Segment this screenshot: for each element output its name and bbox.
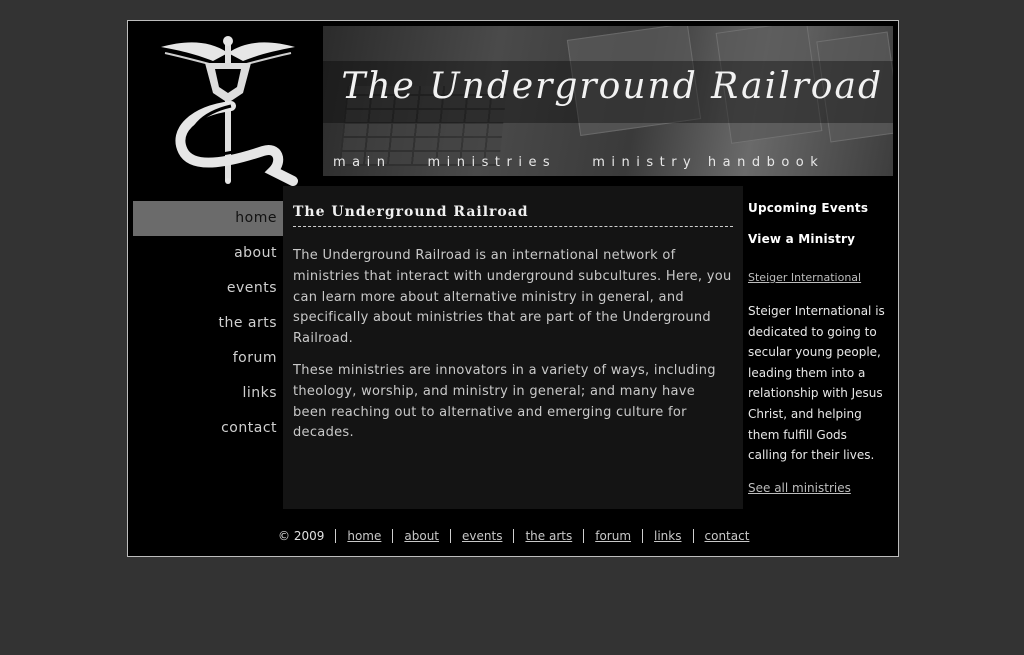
left-nav-links[interactable]: links [133,376,283,411]
intro-paragraph: The Underground Railroad is an internati… [293,248,732,347]
left-nav: home about events the arts forum links c… [133,201,283,446]
page-inner: The Underground Railroad main ministries… [133,26,893,551]
body-paragraph: These ministries are innovators in a var… [293,363,716,441]
footer-link-home[interactable]: home [335,529,392,543]
left-nav-home[interactable]: home [133,201,283,236]
top-nav-ministries[interactable]: ministries [427,155,556,175]
top-nav: main ministries ministry handbook [333,155,824,175]
ministry-description: Steiger International is dedicated to go… [748,304,885,463]
top-nav-main[interactable]: main [333,155,391,175]
left-nav-about[interactable]: about [133,236,283,271]
header-banner: The Underground Railroad [323,26,893,176]
upcoming-events-link[interactable]: Upcoming Events [748,201,868,215]
view-ministry-link[interactable]: View a Ministry [748,232,855,246]
footer-link-the-arts[interactable]: the arts [513,529,583,543]
left-nav-the-arts[interactable]: the arts [133,306,283,341]
footer-link-events[interactable]: events [450,529,513,543]
footer: © 2009 home about events the arts forum … [278,526,760,546]
main-title: The Underground Railroad [293,204,733,227]
winged-caduceus-logo-icon[interactable] [153,31,303,186]
ministry-link-steiger[interactable]: Steiger International [748,271,861,284]
left-nav-forum[interactable]: forum [133,341,283,376]
main-content: The Underground Railroad The Underground… [283,186,743,509]
copyright-text: © 2009 [278,529,325,543]
footer-link-forum[interactable]: forum [583,529,642,543]
left-nav-events[interactable]: events [133,271,283,306]
see-all-ministries-link[interactable]: See all ministries [748,481,851,495]
footer-link-contact[interactable]: contact [692,529,761,543]
footer-link-links[interactable]: links [642,529,692,543]
top-nav-ministry-handbook[interactable]: ministry handbook [592,155,824,175]
page-frame: The Underground Railroad main ministries… [127,20,899,557]
left-nav-contact[interactable]: contact [133,411,283,446]
footer-link-about[interactable]: about [392,529,450,543]
site-title: The Underground Railroad [341,66,883,107]
